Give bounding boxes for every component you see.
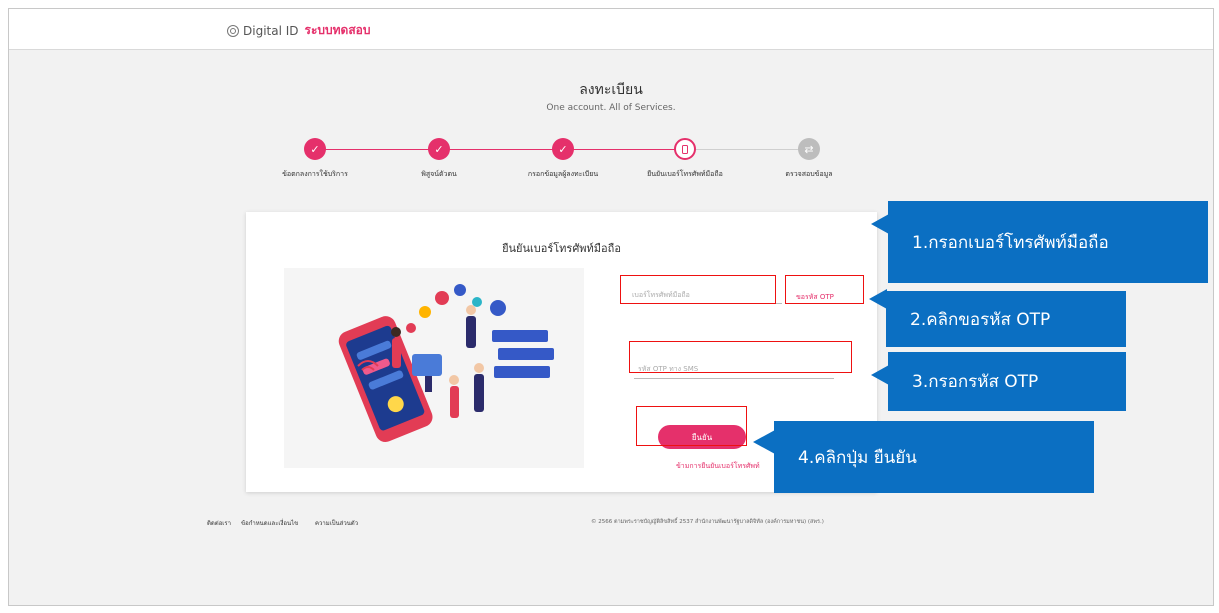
top-bar: Digital ID ระบบทดสอบ [9,9,1213,50]
step-current-indicator [674,138,696,160]
step-identity: ✓ พิสูจน์ตัวตน [379,138,499,180]
step-label: กรอกข้อมูลผู้ลงทะเบียน [527,170,599,178]
step-terms: ✓ ข้อตกลงการใช้บริการ [255,138,375,180]
card-title: ยืนยันเบอร์โทรศัพท์มือถือ [502,242,621,255]
callout-step-3: 3.กรอกรหัส OTP [888,352,1126,411]
step-label: ยืนยันเบอร์โทรศัพท์มือถือ [647,170,723,178]
browser-frame: Digital ID ระบบทดสอบ ลงทะเบียน One accou… [8,8,1214,606]
callout-arrow [753,430,775,454]
page-title: ลงทะเบียน [579,82,643,98]
callout-step-4: 4.คลิกปุ่ม ยืนยัน [774,421,1094,493]
step-verify-phone: ยืนยันเบอร์โทรศัพท์มือถือ [625,138,745,180]
step-review: ⇄ ตรวจสอบข้อมูล [749,138,869,180]
phone-input-highlight [620,275,776,304]
callout-arrow [871,365,889,385]
step-label: ตรวจสอบข้อมูล [785,170,833,178]
confirm-button-highlight [636,406,747,446]
callout-arrow [871,214,889,234]
check-icon: ✓ [428,138,450,160]
step-label: พิสูจน์ตัวตน [421,170,457,178]
footer-privacy-link[interactable]: ความเป็นส่วนตัว [315,518,358,528]
check-icon: ✓ [552,138,574,160]
step-label: ข้อตกลงการใช้บริการ [282,170,348,178]
check-icon: ✓ [304,138,326,160]
callout-step-2: 2.คลิกขอรหัส OTP [886,291,1126,347]
brand-name: Digital ID [243,23,299,38]
step-register-info: ✓ กรอกข้อมูลผู้ลงทะเบียน [503,138,623,180]
environment-label: ระบบทดสอบ [304,23,371,37]
footer-terms-link[interactable]: ข้อกำหนดและเงื่อนไข [241,518,298,528]
page-subtitle: One account. All of Services. [546,103,676,113]
brand-logo[interactable]: Digital ID ระบบทดสอบ [227,21,371,40]
skip-verification-link[interactable]: ข้ามการยืนยันเบอร์โทรศัพท์ [676,461,760,472]
fingerprint-icon [227,24,239,37]
mobile-phone-icon [682,144,688,154]
callout-step-1: 1.กรอกเบอร์โทรศัพท์มือถือ [888,201,1208,283]
footer-copyright: © 2566 ตามพระราชบัญญัติลิขสิทธิ์ 2537 สำ… [591,519,824,525]
footer-contact-link[interactable]: ติดต่อเรา [207,518,231,528]
callout-arrow [869,289,887,309]
request-otp-highlight [785,275,864,304]
otp-input-highlight [629,341,852,373]
phone-illustration [284,268,584,468]
transfer-icon: ⇄ [798,138,820,160]
illustration-graphic [338,284,554,442]
